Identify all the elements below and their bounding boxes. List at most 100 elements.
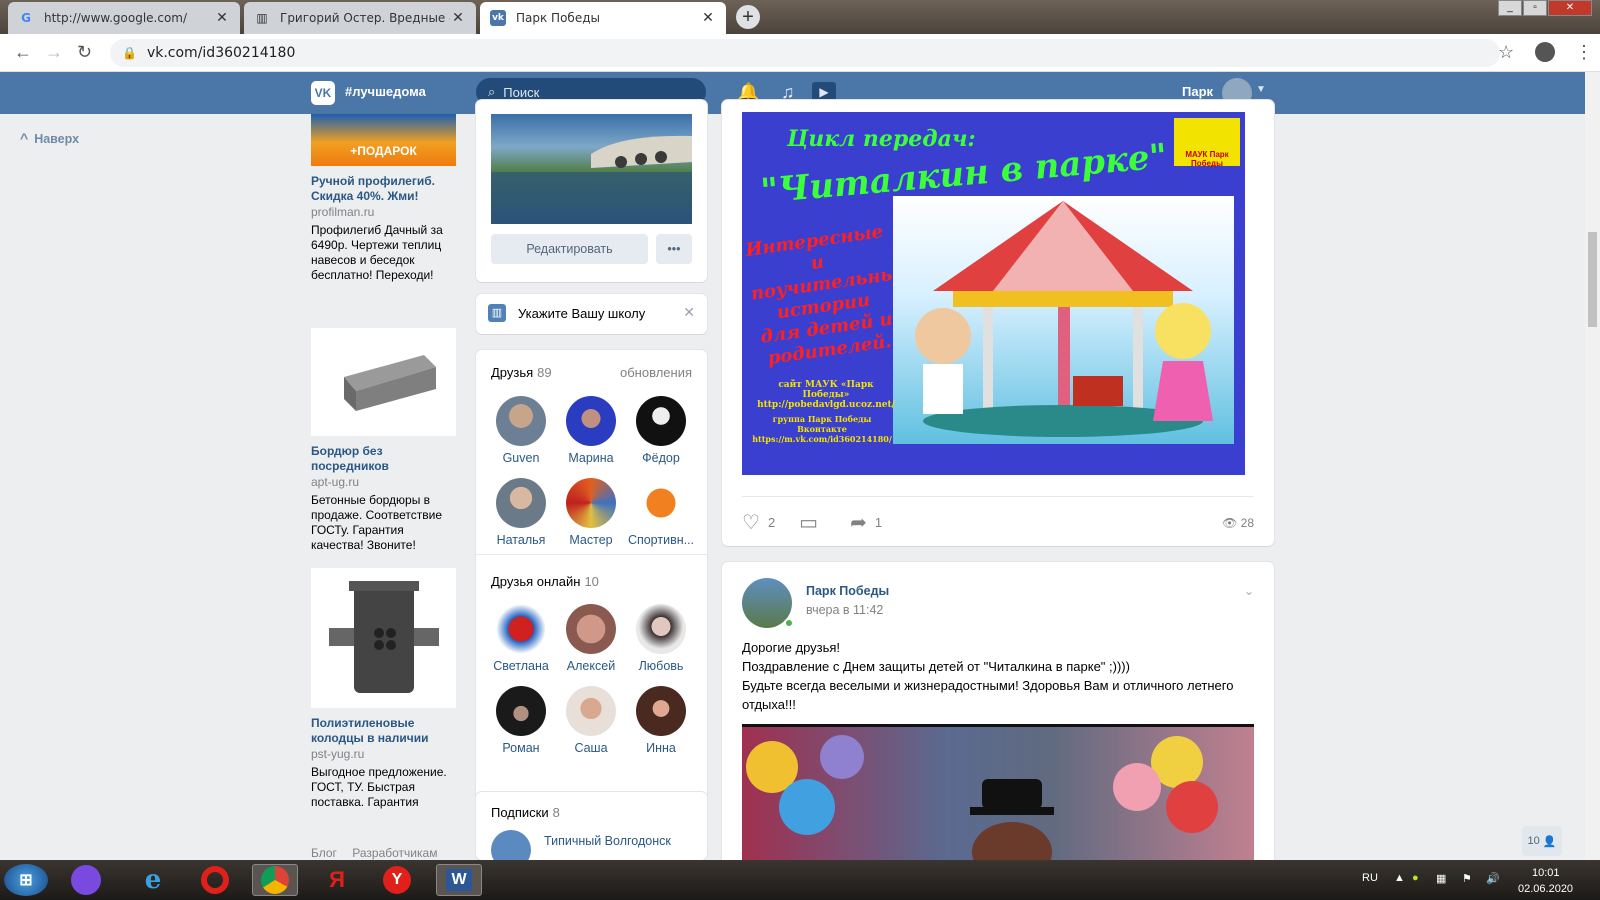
chevron-down-icon[interactable]: ▼ (1256, 84, 1266, 95)
maximize-button[interactable]: ▫ (1523, 0, 1547, 16)
friends-header[interactable]: Друзья 89 (491, 365, 552, 380)
tab-title: Парк Победы (516, 11, 600, 25)
ad-site[interactable]: pst-yug.ru (311, 747, 456, 761)
post-card-1: Цикл передач: "Читалкин в парке" МАУК Па… (722, 100, 1274, 546)
ad-block-3[interactable]: Полиэтиленовые колодцы в наличии pst-yug… (311, 568, 456, 810)
ad-image[interactable] (311, 568, 456, 708)
network-icon[interactable]: ▦ (1436, 872, 1446, 885)
footer-link-blog[interactable]: Блог (311, 846, 337, 860)
volume-icon[interactable]: 🔊 (1486, 872, 1500, 885)
close-icon[interactable]: ✕ (214, 10, 230, 26)
ad-site[interactable]: apt-ug.ru (311, 475, 456, 489)
friend-item[interactable]: Светлана (486, 604, 556, 673)
forward-icon[interactable]: → (45, 42, 63, 63)
ad-block-2[interactable]: Бордюр без посредников apt-ug.ru Бетонны… (311, 328, 456, 553)
vk-icon: vk (490, 10, 506, 26)
address-toolbar: ← → ↻ 🔒 vk.com/id360214180 ☆ ⋮ (0, 34, 1600, 72)
subscription-item[interactable]: Типичный Волгодонск (544, 834, 671, 848)
friend-item[interactable]: Алексей (556, 604, 626, 673)
alice-icon[interactable] (64, 864, 108, 896)
friend-item[interactable]: Саша (556, 686, 626, 755)
friend-item[interactable]: Марина (556, 396, 626, 465)
close-icon[interactable]: ✕ (450, 10, 466, 26)
subscriptions-header[interactable]: Подписки 8 (491, 805, 560, 820)
video-icon[interactable]: ▶ (812, 82, 836, 102)
edit-profile-button[interactable]: Редактировать (491, 234, 648, 264)
close-icon[interactable]: ✕ (683, 304, 695, 321)
menu-icon[interactable]: ⋮ (1575, 42, 1593, 63)
friend-item[interactable]: Инна (626, 686, 696, 755)
yandex-icon[interactable]: Y (374, 864, 420, 896)
more-button[interactable]: ••• (656, 234, 692, 264)
close-icon[interactable]: ✕ (700, 10, 716, 26)
word-icon[interactable]: W (436, 864, 482, 896)
post-time[interactable]: вчера в 11:42 (806, 603, 883, 617)
clock[interactable]: 10:01 (1532, 867, 1560, 879)
avatar (496, 686, 546, 736)
friend-item[interactable]: Мастер (556, 478, 626, 547)
ad-block-1[interactable]: +ПОДАРОК Ручной профилегиб. Скидка 40%. … (311, 114, 456, 283)
friend-item[interactable]: Guven (486, 396, 556, 465)
friends-online-header[interactable]: Друзья онлайн 10 (491, 574, 599, 589)
tab-oster[interactable]: ▥ Григорий Остер. Вредные сове ✕ (244, 2, 476, 34)
language-indicator[interactable]: RU (1362, 872, 1378, 884)
clock-date[interactable]: 02.06.2020 (1518, 883, 1573, 895)
friend-name: Наталья (496, 533, 546, 547)
tab-park-pobedy[interactable]: vk Парк Победы ✕ (480, 2, 726, 34)
scrollbar-thumb[interactable] (1588, 232, 1597, 327)
footer-link-dev[interactable]: Разработчикам (352, 846, 437, 860)
friend-item[interactable]: Наталья (486, 478, 556, 547)
hashtag-link[interactable]: #лучшедома (345, 84, 426, 99)
window-close-button[interactable]: ✕ (1548, 0, 1592, 16)
post-author[interactable]: Парк Победы (806, 584, 889, 598)
start-button[interactable]: ⊞ (4, 864, 48, 896)
star-icon[interactable]: ☆ (1498, 42, 1514, 63)
search-placeholder: Поиск (503, 84, 540, 100)
video-preview[interactable] (742, 724, 1254, 864)
post-line: Дорогие друзья! (742, 640, 841, 655)
ad-title[interactable]: Полиэтиленовые колодцы в наличии (311, 716, 456, 746)
reload-icon[interactable]: ↻ (77, 42, 92, 63)
tab-google[interactable]: G http://www.google.com/ ✕ (8, 2, 240, 34)
yandex-browser-icon[interactable]: Я (314, 864, 360, 896)
poster-image[interactable]: Цикл передач: "Читалкин в парке" МАУК Па… (742, 112, 1245, 475)
ie-icon[interactable]: e (130, 864, 176, 896)
friend-item[interactable]: Любовь (626, 604, 696, 673)
flag-icon[interactable]: ⚑ (1462, 872, 1472, 885)
friend-item[interactable]: Роман (486, 686, 556, 755)
chevron-down-icon[interactable]: ⌄ (1244, 584, 1254, 598)
friend-item[interactable]: Фёдор (626, 396, 696, 465)
carousel-illustration (915, 201, 1213, 437)
ad-title[interactable]: Ручной профилегиб. Скидка 40%. Жми! (311, 174, 456, 204)
new-tab-button[interactable]: + (736, 5, 760, 29)
scrollbar[interactable] (1585, 72, 1600, 860)
ad-image[interactable]: +ПОДАРОК (311, 114, 456, 166)
user-name[interactable]: Парк (1182, 84, 1213, 99)
tray-app-icon[interactable]: ● (1412, 872, 1419, 884)
fast-chat-button[interactable]: 10 👤 (1522, 826, 1562, 856)
account-icon[interactable] (1535, 42, 1555, 62)
tray-up-icon[interactable]: ▲ (1394, 872, 1405, 884)
chrome-icon[interactable] (252, 864, 298, 896)
online-indicator (784, 618, 794, 628)
divider (742, 496, 1254, 497)
ad-title[interactable]: Бордюр без посредников (311, 444, 456, 474)
vk-logo-icon[interactable]: VK (311, 81, 335, 105)
back-icon[interactable]: ← (14, 42, 32, 63)
comment-button[interactable]: ▭ (799, 510, 826, 535)
school-prompt-card[interactable]: ▥ Укажите Вашу школу ✕ (476, 294, 707, 334)
poster-logo: МАУК Парк Победы (1174, 118, 1240, 168)
profile-photo[interactable] (491, 114, 692, 224)
minimize-button[interactable]: _ (1498, 0, 1522, 16)
url-bar[interactable]: 🔒 vk.com/id360214180 (110, 39, 1500, 67)
share-button[interactable]: ➦ 1 (850, 510, 882, 535)
friend-item[interactable]: Спортивн... (626, 478, 696, 547)
school-prompt-text[interactable]: Укажите Вашу школу (518, 306, 645, 321)
balloons-image (746, 735, 1218, 864)
friends-updates-link[interactable]: обновления (620, 365, 692, 380)
ad-image[interactable] (311, 328, 456, 436)
back-to-top[interactable]: ^ Наверх (20, 130, 79, 146)
opera-icon[interactable] (192, 864, 238, 896)
like-button[interactable]: ♡ 2 (742, 510, 775, 535)
ad-site[interactable]: profilman.ru (311, 205, 456, 219)
